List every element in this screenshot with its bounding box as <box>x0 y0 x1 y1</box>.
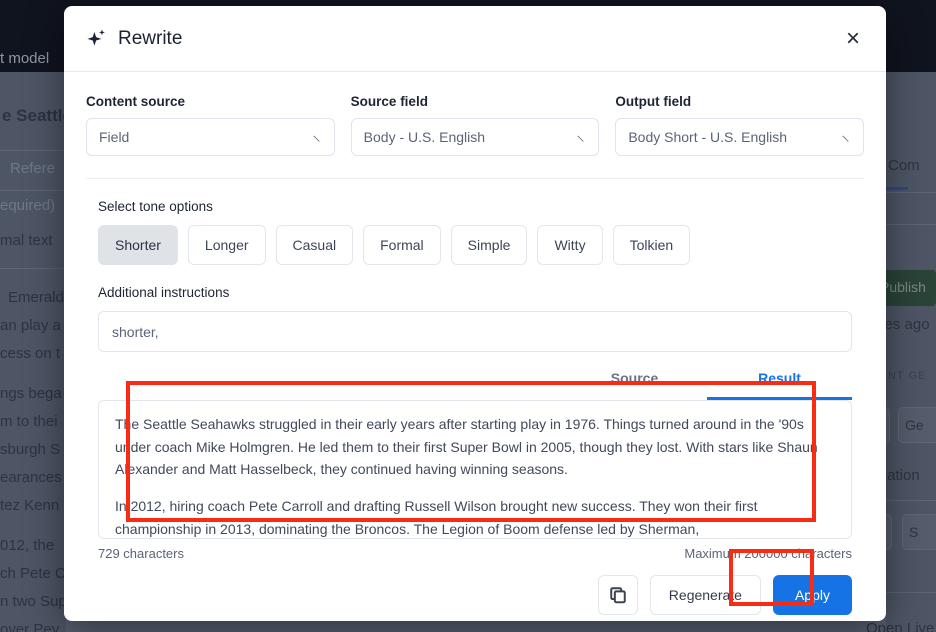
chevron-down-icon <box>842 131 853 142</box>
output-field-select[interactable]: Body Short - U.S. English <box>615 118 864 156</box>
background-right-column: Com Publish utes ago TENT GE Ge nslation… <box>886 72 936 632</box>
content-source-select[interactable]: Field <box>86 118 335 156</box>
background-topbar-label: t model <box>0 50 49 67</box>
background-body-text: 012, the <box>0 537 54 554</box>
background-body-text: Emerald <box>8 289 64 306</box>
tab-source[interactable]: Source <box>562 370 707 400</box>
tone-options-row: Shorter Longer Casual Formal Simple Witt… <box>98 225 852 265</box>
additional-instructions-section: Additional instructions <box>86 265 864 352</box>
result-textarea[interactable]: The Seattle Seahawks struggled in their … <box>98 400 852 539</box>
background-action-button: S <box>902 514 936 550</box>
screen: t model e Seattle Refere equired) mal te… <box>0 0 936 632</box>
background-body-text: sburgh S <box>0 441 60 458</box>
tone-options-section: Select tone options Shorter Longer Casua… <box>86 179 864 265</box>
background-format-label: mal text <box>0 232 53 249</box>
tone-option-longer[interactable]: Longer <box>188 225 266 265</box>
background-body-text: n two Sup <box>0 593 67 610</box>
background-generate-button: Ge <box>898 407 936 443</box>
tone-option-casual[interactable]: Casual <box>276 225 354 265</box>
dialog-title: Rewrite <box>118 28 182 50</box>
field-selector-row: Content source Field Source field Body -… <box>86 94 864 179</box>
background-action-label: S <box>909 524 918 540</box>
background-generate-label: Ge <box>905 417 924 433</box>
source-field-value: Body - U.S. English <box>364 129 485 145</box>
result-paragraph-2: In 2012, hiring coach Pete Carroll and d… <box>115 495 835 539</box>
background-body-text: tez Kenn <box>0 497 59 514</box>
tone-options-label: Select tone options <box>98 199 852 214</box>
regenerate-button[interactable]: Regenerate <box>650 575 761 615</box>
current-character-count: 729 characters <box>98 546 184 561</box>
background-divider <box>0 190 66 191</box>
background-body-text: cess on t <box>0 345 60 362</box>
source-field-label: Source field <box>351 94 600 109</box>
background-tab-indicator <box>886 187 908 190</box>
background-required-label: equired) <box>0 197 55 214</box>
background-body-text: ngs bega <box>0 385 62 402</box>
content-source-label: Content source <box>86 94 335 109</box>
content-source-group: Content source Field <box>86 94 335 156</box>
background-comments-tab: Com <box>888 157 920 174</box>
tab-result[interactable]: Result <box>707 370 852 400</box>
tone-option-witty[interactable]: Witty <box>537 225 602 265</box>
dialog-footer: Regenerate Apply <box>98 575 852 615</box>
result-tabs: Source Result <box>86 352 864 400</box>
additional-instructions-input[interactable] <box>98 311 852 352</box>
dialog-body: Content source Field Source field Body -… <box>64 72 886 615</box>
tone-option-simple[interactable]: Simple <box>451 225 528 265</box>
result-area: The Seattle Seahawks struggled in their … <box>98 400 852 539</box>
background-left-column: e Seattle Refere equired) mal text Emera… <box>0 72 66 632</box>
source-field-group: Source field Body - U.S. English <box>351 94 600 156</box>
background-body-text: over Pey <box>0 621 59 632</box>
background-divider <box>0 268 66 269</box>
close-icon[interactable]: × <box>838 24 868 54</box>
chevron-down-icon <box>313 131 324 142</box>
rewrite-dialog: Rewrite × Content source Field Source fi… <box>64 6 886 621</box>
background-divider <box>886 500 936 501</box>
source-field-select[interactable]: Body - U.S. English <box>351 118 600 156</box>
output-field-value: Body Short - U.S. English <box>628 129 787 145</box>
output-field-group: Output field Body Short - U.S. English <box>615 94 864 156</box>
sparkle-icon <box>86 28 108 50</box>
output-field-label: Output field <box>615 94 864 109</box>
background-live-preview-label: Open Live Previe <box>866 620 936 632</box>
result-paragraph-1: The Seattle Seahawks struggled in their … <box>115 413 835 481</box>
additional-instructions-label: Additional instructions <box>98 285 852 300</box>
background-heading: e Seattle <box>2 106 72 126</box>
background-body-text: earances <box>0 469 62 486</box>
content-source-value: Field <box>99 129 129 145</box>
maximum-character-count: Maximum 200000 characters <box>684 546 852 561</box>
background-body-text: ch Pete C <box>0 565 66 582</box>
background-divider <box>886 224 936 225</box>
character-counter-row: 729 characters Maximum 200000 characters <box>98 546 852 561</box>
dialog-header: Rewrite × <box>64 6 886 72</box>
tone-option-shorter[interactable]: Shorter <box>98 225 178 265</box>
background-reference-label: Refere <box>10 160 55 177</box>
copy-button[interactable] <box>598 575 638 615</box>
tone-option-formal[interactable]: Formal <box>363 225 441 265</box>
background-divider <box>0 150 66 151</box>
copy-icon <box>609 586 627 604</box>
background-divider <box>886 592 936 593</box>
background-body-text: m to thei <box>0 413 58 430</box>
apply-button[interactable]: Apply <box>773 575 852 615</box>
background-body-text: an play a <box>0 317 61 334</box>
tone-option-tolkien[interactable]: Tolkien <box>613 225 691 265</box>
chevron-down-icon <box>578 131 589 142</box>
background-publish-label: Publish <box>880 279 926 295</box>
background-divider <box>886 192 936 193</box>
